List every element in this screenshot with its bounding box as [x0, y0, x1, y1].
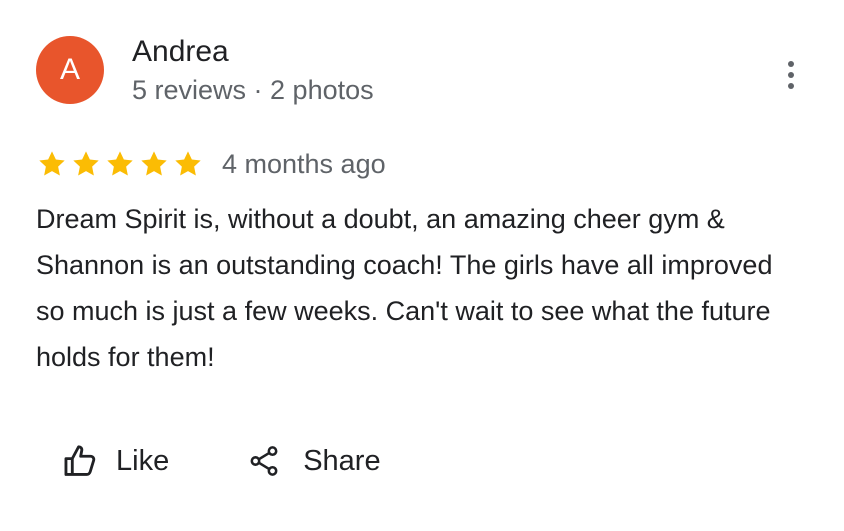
review-text: Dream Spirit is, without a doubt, an ama… [36, 204, 773, 372]
avatar[interactable]: A [36, 36, 104, 104]
share-button[interactable]: Share [247, 442, 381, 480]
star-rating [36, 148, 204, 180]
rating-row: 4 months ago [36, 146, 386, 182]
star-icon [39, 151, 65, 176]
more-vert-icon-dot [788, 83, 794, 89]
like-button[interactable]: Like [62, 442, 169, 480]
reviewer-name[interactable]: Andrea [132, 35, 229, 69]
reviewer-meta[interactable]: 5 reviews · 2 photos [132, 75, 374, 106]
review-card: A Andrea 5 reviews · 2 photos 4 months a… [0, 0, 844, 531]
review-time: 4 months ago [222, 148, 386, 179]
star-icon [107, 151, 133, 176]
star-icon [73, 151, 99, 176]
star-icon [175, 151, 201, 176]
review-actions: Like Share [62, 438, 381, 484]
share-label: Share [303, 444, 381, 477]
thumbs-up-icon [64, 445, 96, 476]
more-options-button[interactable] [774, 54, 808, 96]
star-icon [141, 151, 167, 176]
avatar-initial: A [59, 53, 80, 86]
like-label: Like [116, 444, 170, 477]
more-vert-icon [788, 61, 794, 67]
share-icon [250, 446, 278, 476]
more-vert-icon-dot [788, 72, 794, 78]
